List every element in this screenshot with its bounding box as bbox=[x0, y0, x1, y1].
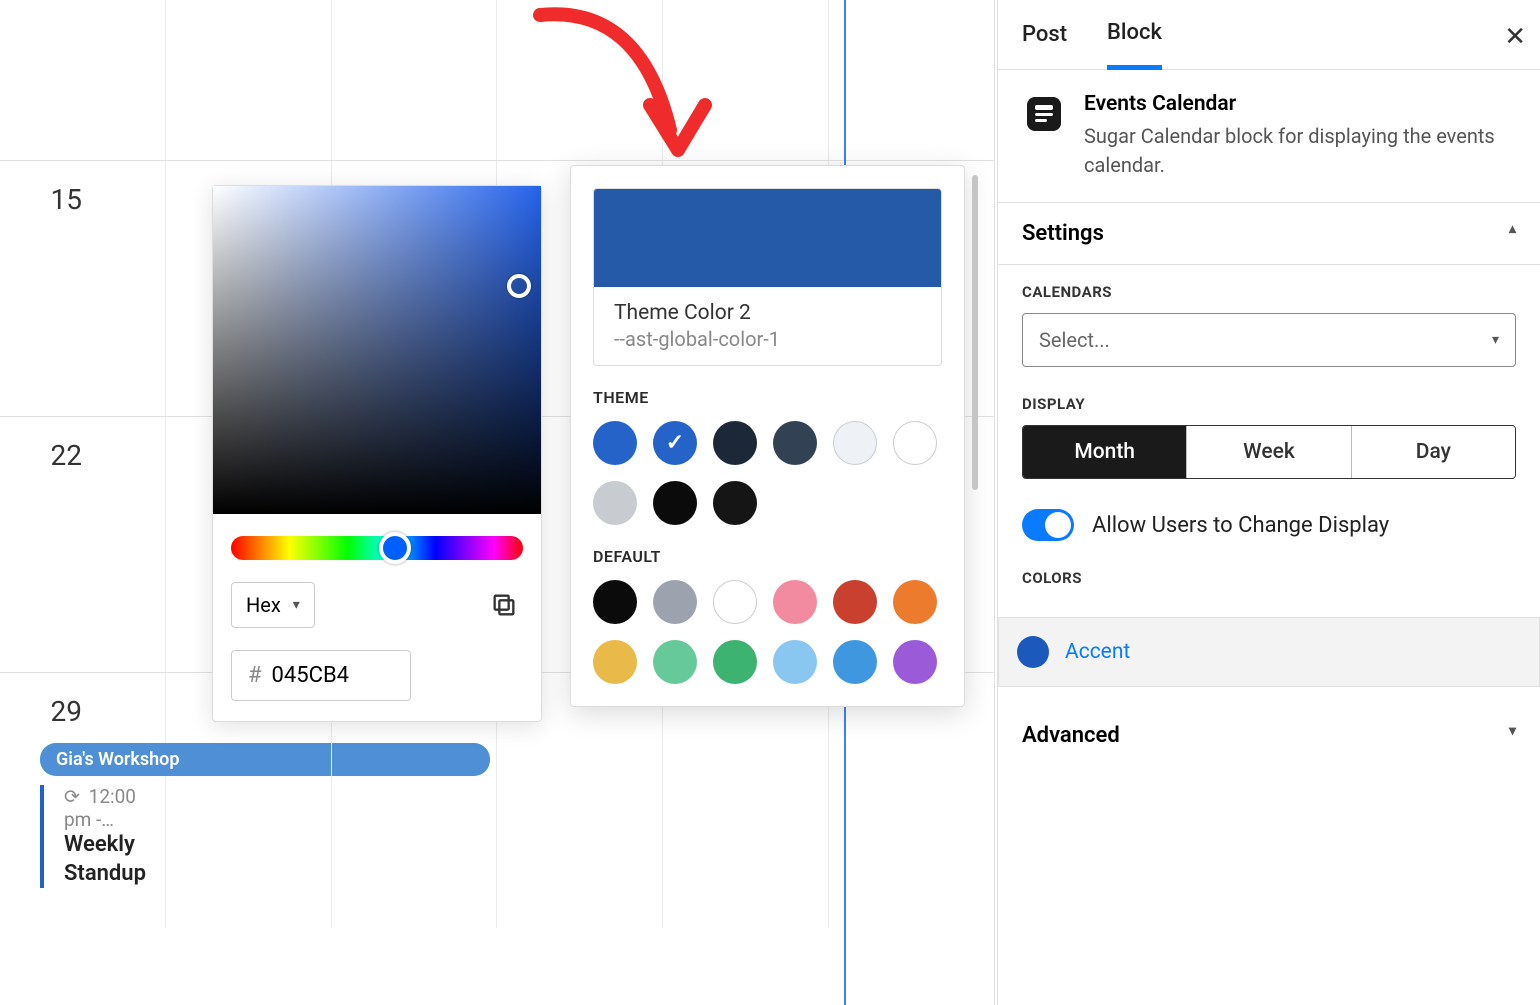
block-header: Events Calendar Sugar Calendar block for… bbox=[998, 70, 1540, 203]
repeat-icon: ⟳ bbox=[64, 785, 80, 808]
hex-input-wrapper[interactable]: # bbox=[231, 650, 411, 701]
color-format-select[interactable]: Hex ▾ bbox=[231, 582, 315, 628]
settings-label: Settings bbox=[1022, 221, 1104, 246]
saturation-area[interactable] bbox=[213, 186, 541, 514]
color-swatch[interactable] bbox=[773, 640, 817, 684]
color-swatch[interactable] bbox=[893, 421, 937, 465]
color-swatch[interactable] bbox=[653, 640, 697, 684]
chevron-down-icon: ▾ bbox=[1509, 723, 1516, 748]
color-swatch[interactable] bbox=[833, 640, 877, 684]
color-swatch[interactable] bbox=[593, 580, 637, 624]
chevron-down-icon: ▾ bbox=[1492, 332, 1499, 348]
hue-slider[interactable] bbox=[231, 536, 523, 560]
event-title: Standup bbox=[64, 860, 165, 889]
chevron-down-icon: ▾ bbox=[293, 597, 300, 613]
copy-color-button[interactable] bbox=[485, 586, 523, 624]
events-calendar-icon bbox=[1022, 92, 1066, 136]
block-title: Events Calendar bbox=[1084, 92, 1516, 116]
color-swatch[interactable] bbox=[713, 580, 757, 624]
color-swatch[interactable] bbox=[773, 421, 817, 465]
accent-label: Accent bbox=[1065, 640, 1130, 664]
theme-section-label: THEME bbox=[593, 388, 942, 407]
display-segmented-control: Month Week Day bbox=[1022, 425, 1516, 479]
scrollbar-thumb[interactable] bbox=[972, 175, 978, 490]
tab-block[interactable]: Block bbox=[1107, 0, 1162, 70]
color-swatch[interactable] bbox=[833, 421, 877, 465]
color-swatch[interactable] bbox=[773, 580, 817, 624]
color-swatch[interactable] bbox=[593, 640, 637, 684]
calendars-select[interactable]: Select... ▾ bbox=[1022, 313, 1516, 367]
event-title: Weekly bbox=[64, 831, 165, 860]
accent-color-swatch bbox=[1017, 636, 1049, 668]
toggle-knob bbox=[1045, 512, 1071, 538]
close-icon[interactable]: ✕ bbox=[1504, 22, 1526, 52]
display-label: DISPLAY bbox=[1022, 395, 1516, 413]
color-format-value: Hex bbox=[246, 593, 281, 617]
color-swatch[interactable] bbox=[593, 481, 637, 525]
color-swatch[interactable] bbox=[653, 481, 697, 525]
selected-color-card: Theme Color 2 --ast-global-color-1 bbox=[593, 188, 942, 366]
hex-input[interactable] bbox=[272, 663, 382, 688]
calendar-day-number[interactable]: 15 bbox=[22, 183, 82, 216]
calendar-day-number[interactable]: 22 bbox=[22, 439, 82, 472]
chevron-up-icon: ▴ bbox=[1509, 221, 1516, 246]
calendars-label: CALENDARS bbox=[1022, 283, 1516, 301]
color-swatch[interactable] bbox=[713, 640, 757, 684]
color-variable: --ast-global-color-1 bbox=[614, 327, 921, 351]
color-picker-popover: Hex ▾ # bbox=[212, 185, 542, 722]
event-block[interactable]: ⟳ 12:00 pm -… Weekly Standup bbox=[40, 785, 165, 888]
color-swatch[interactable] bbox=[713, 481, 757, 525]
color-swatch[interactable] bbox=[833, 580, 877, 624]
hue-handle[interactable] bbox=[379, 532, 411, 564]
saturation-handle[interactable] bbox=[507, 274, 531, 298]
copy-icon bbox=[490, 591, 518, 619]
block-description: Sugar Calendar block for displaying the … bbox=[1084, 122, 1516, 180]
display-option-month[interactable]: Month bbox=[1023, 426, 1187, 478]
color-swatch[interactable] bbox=[893, 640, 937, 684]
color-swatch[interactable] bbox=[893, 580, 937, 624]
select-placeholder: Select... bbox=[1039, 328, 1110, 352]
display-option-week[interactable]: Week bbox=[1187, 426, 1351, 478]
colors-label: COLORS bbox=[1022, 569, 1516, 587]
hash-symbol: # bbox=[248, 663, 262, 688]
color-swatch[interactable] bbox=[593, 421, 637, 465]
accent-color-option[interactable]: Accent bbox=[998, 617, 1540, 687]
toggle-label: Allow Users to Change Display bbox=[1092, 513, 1389, 538]
color-preview bbox=[594, 189, 941, 287]
calendar-day-number[interactable]: 29 bbox=[22, 695, 82, 728]
color-swatch[interactable] bbox=[713, 421, 757, 465]
color-swatch[interactable] bbox=[653, 421, 697, 465]
settings-section-header[interactable]: Settings ▴ bbox=[998, 203, 1540, 265]
display-option-day[interactable]: Day bbox=[1352, 426, 1515, 478]
default-swatch-grid bbox=[593, 580, 942, 684]
color-name: Theme Color 2 bbox=[614, 301, 921, 325]
advanced-section-header[interactable]: Advanced ▾ bbox=[998, 705, 1540, 766]
tab-post[interactable]: Post bbox=[1022, 2, 1067, 67]
color-swatch[interactable] bbox=[653, 580, 697, 624]
sidebar-tabs: Post Block ✕ bbox=[998, 0, 1540, 70]
default-section-label: DEFAULT bbox=[593, 547, 942, 566]
allow-change-display-toggle[interactable] bbox=[1022, 509, 1074, 541]
swatch-popover: Theme Color 2 --ast-global-color-1 THEME… bbox=[570, 165, 965, 707]
advanced-label: Advanced bbox=[1022, 723, 1120, 748]
theme-swatch-grid bbox=[593, 421, 942, 525]
block-sidebar: Post Block ✕ Events Calendar Sugar Calen… bbox=[997, 0, 1540, 1005]
